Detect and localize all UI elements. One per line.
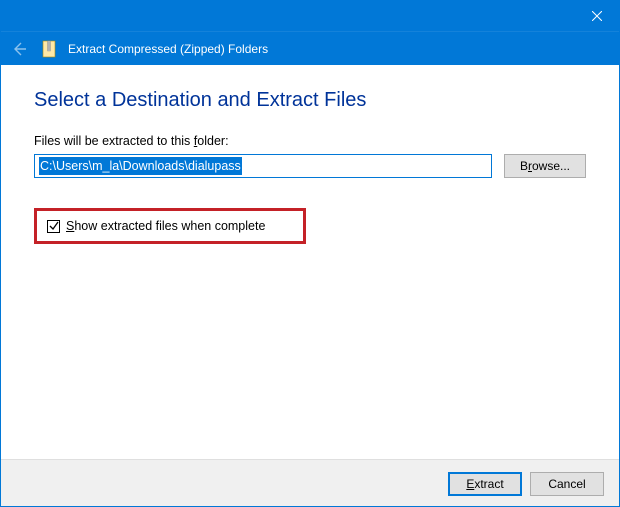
back-arrow-icon: [11, 41, 27, 57]
close-icon: [592, 11, 602, 21]
destination-path-input[interactable]: C:\Users\m_la\Downloads\dialupass: [34, 154, 492, 178]
page-heading: Select a Destination and Extract Files: [34, 89, 586, 112]
window-titlebar: [0, 0, 620, 31]
show-files-checkbox-row[interactable]: Show extracted files when complete: [47, 219, 293, 233]
back-button[interactable]: [8, 38, 30, 60]
destination-path-value: C:\Users\m_la\Downloads\dialupass: [39, 157, 242, 175]
checkmark-icon: [49, 221, 59, 231]
close-button[interactable]: [574, 0, 620, 31]
wizard-footer: Extract Cancel: [0, 459, 620, 507]
wizard-header: Extract Compressed (Zipped) Folders: [0, 31, 620, 65]
destination-label: Files will be extracted to this folder:: [34, 134, 586, 148]
zip-folder-icon: [40, 38, 58, 60]
annotation-highlight: Show extracted files when complete: [34, 208, 306, 244]
wizard-title: Extract Compressed (Zipped) Folders: [68, 42, 268, 56]
show-files-checkbox[interactable]: [47, 220, 60, 233]
wizard-content: Select a Destination and Extract Files F…: [0, 65, 620, 459]
show-files-checkbox-label: Show extracted files when complete: [66, 219, 265, 233]
cancel-button[interactable]: Cancel: [530, 472, 604, 496]
browse-button[interactable]: Browse...: [504, 154, 586, 178]
extract-button[interactable]: Extract: [448, 472, 522, 496]
